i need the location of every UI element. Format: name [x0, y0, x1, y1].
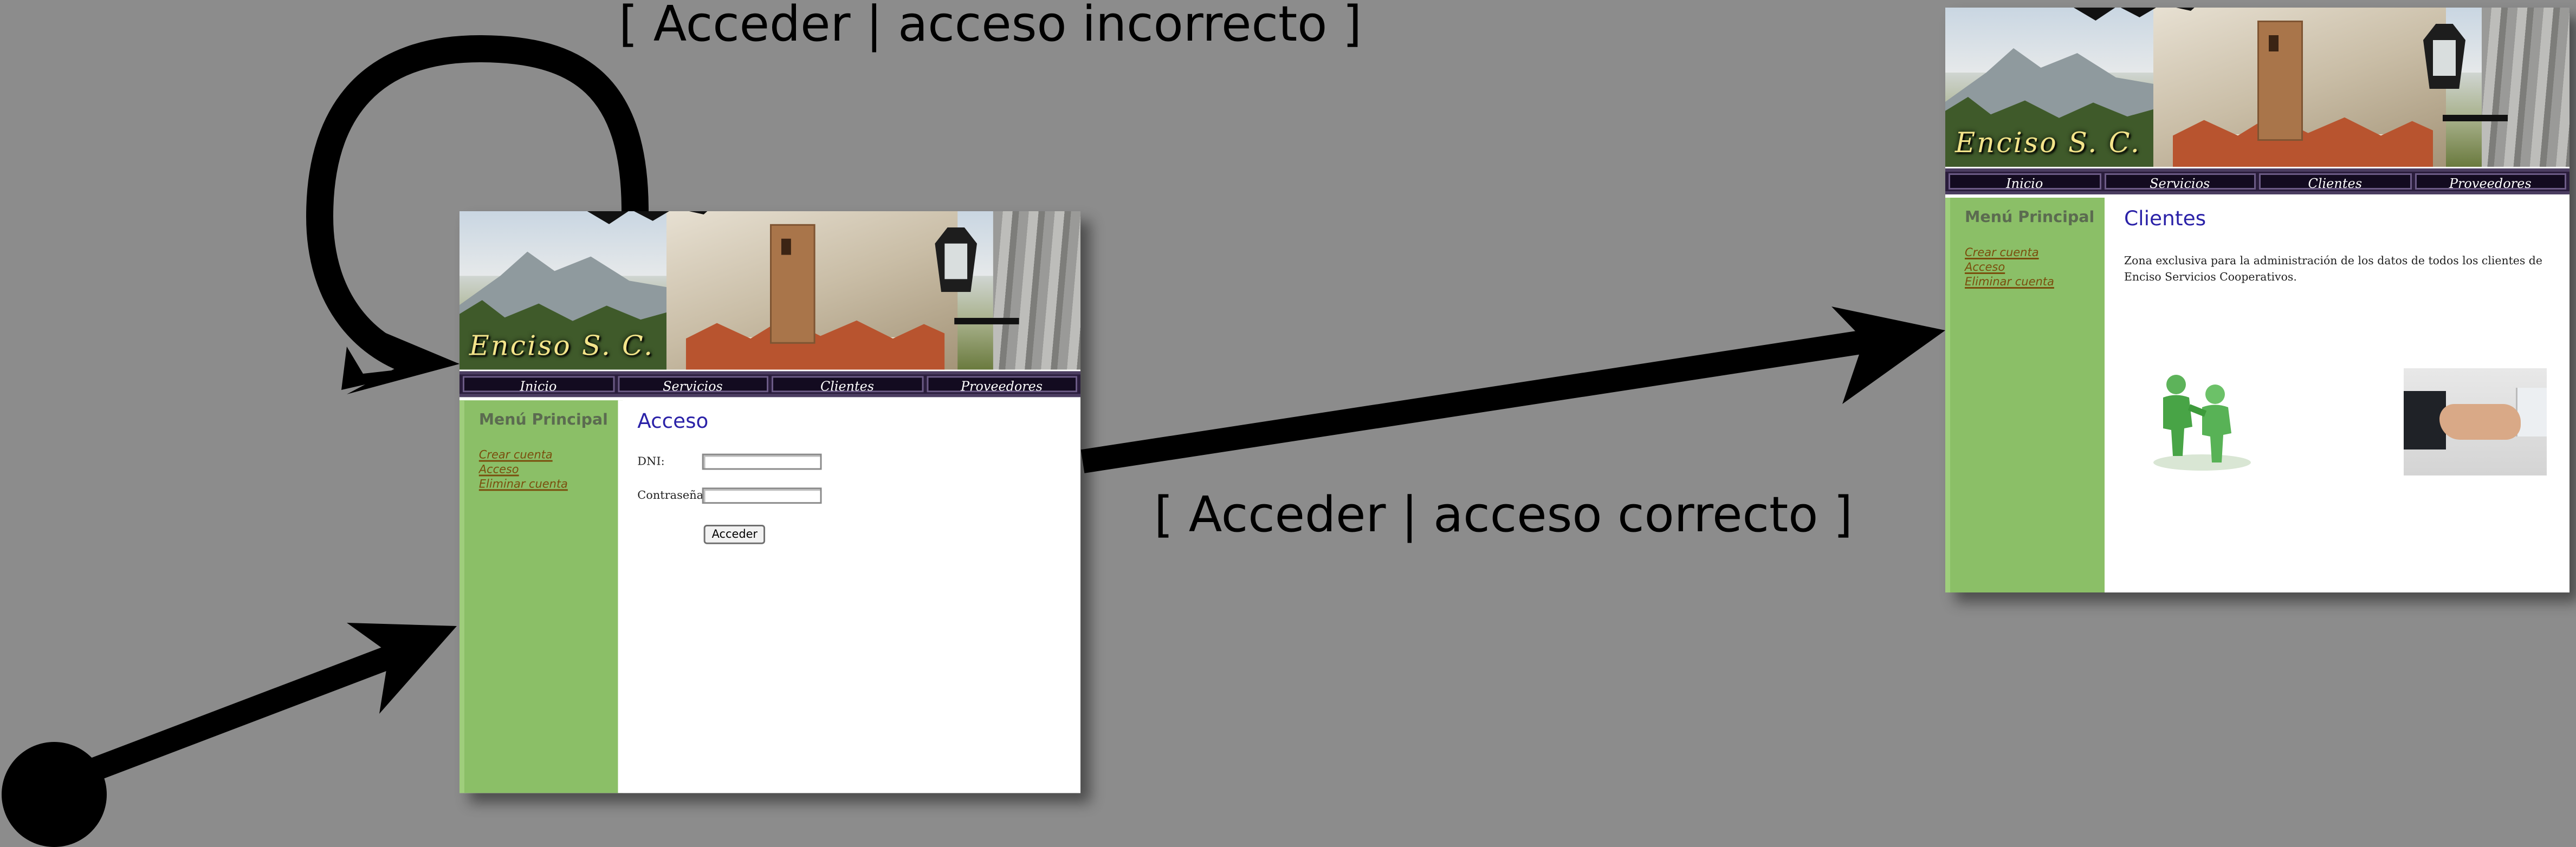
sidebar-link-acceso[interactable]: Acceso: [479, 464, 568, 478]
site-logo-text: Enciso S. C.: [469, 330, 655, 363]
nav-bar: Inicio Servicios Clientes Proveedores: [1945, 168, 2569, 194]
sidebar-link-crear-cuenta[interactable]: Crear cuenta: [479, 449, 568, 464]
page-title: Acceso: [637, 408, 709, 433]
people-partnership-icon: [2153, 375, 2251, 471]
nav-item-servicios[interactable]: Servicios: [617, 376, 769, 394]
nav-item-clientes[interactable]: Clientes: [2259, 173, 2411, 191]
success-transition-label: [ Acceder | acceso correcto ]: [1154, 486, 1853, 543]
success-arrow-line: [1080, 328, 1877, 473]
page-description: Zona exclusiva para la administración de…: [2124, 255, 2542, 284]
initial-arrow-line: [77, 633, 427, 786]
self-loop-label: [ Acceder | acceso incorrecto ]: [619, 0, 1362, 53]
nav-item-servicios[interactable]: Servicios: [2103, 173, 2256, 191]
password-input[interactable]: [702, 487, 822, 504]
dni-label: DNI:: [637, 455, 665, 468]
sidebar-link-eliminar-cuenta[interactable]: Eliminar cuenta: [1965, 276, 2054, 290]
sidebar-link-crear-cuenta[interactable]: Crear cuenta: [1965, 246, 2054, 261]
page-title: Clientes: [2124, 206, 2206, 230]
sidebar: Menú Principal Crear cuenta Acceso Elimi…: [459, 400, 623, 793]
sidebar-title: Menú Principal: [1965, 209, 2095, 227]
sidebar-link-acceso[interactable]: Acceso: [1965, 261, 2054, 276]
login-page-screenshot: Enciso S. C. Inicio Servicios Clientes P…: [459, 211, 1081, 793]
site-logo-text: Enciso S. C.: [1955, 128, 2141, 160]
dni-input[interactable]: [702, 453, 822, 470]
main-content: Acceso DNI: Contraseña: Acceder: [618, 400, 1081, 793]
nav-item-inicio[interactable]: Inicio: [1949, 173, 2101, 191]
password-label: Contraseña:: [637, 489, 708, 503]
main-content: Clientes Zona exclusiva para la administ…: [2105, 198, 2569, 592]
nav-item-inicio[interactable]: Inicio: [462, 376, 614, 394]
site-banner: Enciso S. C.: [459, 211, 1081, 370]
site-banner: Enciso S. C.: [1945, 8, 2569, 167]
nav-item-proveedores[interactable]: Proveedores: [925, 376, 1078, 394]
acceder-button[interactable]: Acceder: [703, 524, 766, 544]
nav-bar: Inicio Servicios Clientes Proveedores: [459, 371, 1081, 398]
handshake-image: [2404, 368, 2547, 475]
sidebar: Menú Principal Crear cuenta Acceso Elimi…: [1945, 198, 2109, 592]
nav-item-clientes[interactable]: Clientes: [771, 376, 923, 394]
initial-state-dot: [2, 742, 107, 847]
clients-page-screenshot: Enciso S. C. Inicio Servicios Clientes P…: [1945, 8, 2569, 592]
sidebar-link-eliminar-cuenta[interactable]: Eliminar cuenta: [479, 478, 568, 492]
sidebar-title: Menú Principal: [478, 412, 608, 429]
nav-item-proveedores[interactable]: Proveedores: [2414, 173, 2566, 191]
